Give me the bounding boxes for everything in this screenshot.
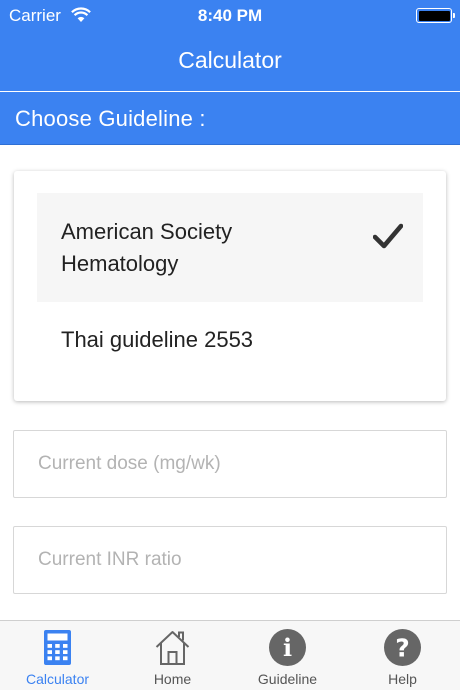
calculator-icon xyxy=(44,630,71,665)
tab-label: Calculator xyxy=(25,671,90,687)
current-inr-field[interactable] xyxy=(13,526,447,594)
tab-help[interactable]: ? Help xyxy=(345,621,460,690)
status-time: 8:40 PM xyxy=(197,6,263,25)
tab-bar: Calculator Home i Guideline ? Help xyxy=(0,620,460,690)
navigation-bar: Carrier 8:40 PM Calculator xyxy=(0,0,460,91)
checkmark-icon xyxy=(373,223,403,249)
home-icon xyxy=(155,631,190,665)
tab-calculator[interactable]: Calculator xyxy=(0,621,115,690)
info-icon: i xyxy=(269,629,306,666)
guideline-option-label: American Society Hematology xyxy=(61,219,233,276)
guideline-option-label: Thai guideline 2553 xyxy=(61,327,254,352)
guideline-option-thai-guideline-2553[interactable]: Thai guideline 2553 xyxy=(37,309,423,371)
page-title: Calculator xyxy=(178,47,282,73)
question-icon: ? xyxy=(384,629,421,666)
svg-text:?: ? xyxy=(395,634,410,663)
status-bar: Carrier 8:40 PM xyxy=(0,0,460,30)
current-dose-field[interactable] xyxy=(13,430,447,498)
current-inr-input[interactable] xyxy=(14,527,446,593)
tab-guideline[interactable]: i Guideline xyxy=(230,621,345,690)
tab-home[interactable]: Home xyxy=(115,621,230,690)
svg-text:i: i xyxy=(283,633,292,662)
tab-label: Guideline xyxy=(257,671,318,687)
current-dose-input[interactable] xyxy=(14,431,446,497)
battery-icon xyxy=(416,8,455,23)
tab-label: Home xyxy=(153,671,192,687)
section-header: Choose Guideline : xyxy=(0,92,460,145)
guideline-option-american-society-hematology[interactable]: American Society Hematology xyxy=(37,193,423,302)
guideline-picker: American Society Hematology Thai guideli… xyxy=(14,171,446,401)
section-title: Choose Guideline : xyxy=(15,106,206,131)
tab-label: Help xyxy=(388,671,417,687)
